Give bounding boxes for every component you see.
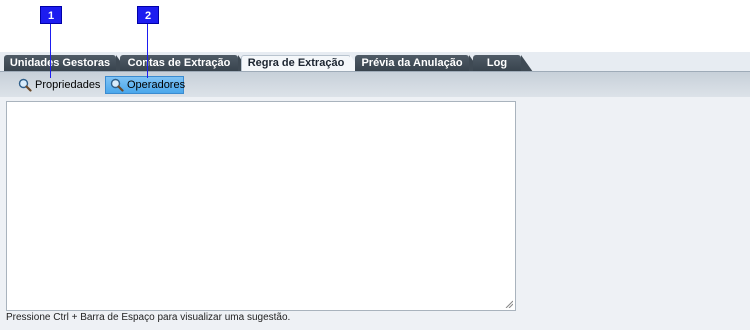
- callout-1-line: [50, 24, 51, 78]
- tab-regra-de-extracao[interactable]: Regra de Extração: [241, 55, 362, 72]
- resize-handle-icon[interactable]: [505, 300, 513, 308]
- tab-previa-da-anulacao[interactable]: Prévia da Anulação: [355, 55, 481, 72]
- tab-unidades-gestoras[interactable]: Unidades Gestoras: [4, 55, 128, 72]
- tab-contas-de-extracao[interactable]: Contas de Extração: [120, 55, 250, 72]
- properties-label: Propriedades: [35, 79, 101, 91]
- callout-2-badge: 2: [137, 6, 159, 24]
- magnifier-icon: [110, 78, 124, 92]
- editor-hint: Pressione Ctrl + Barra de Espaço para vi…: [6, 312, 291, 323]
- tab-log[interactable]: Log: [473, 55, 533, 72]
- operators-button[interactable]: Operadores: [105, 76, 186, 94]
- operators-label: Operadores: [127, 79, 186, 91]
- properties-button[interactable]: Propriedades: [14, 76, 104, 94]
- callout-1-badge: 1: [40, 6, 62, 24]
- magnifier-icon: [18, 78, 32, 92]
- callout-2-line: [147, 24, 148, 78]
- rule-editor-textarea[interactable]: [6, 101, 516, 311]
